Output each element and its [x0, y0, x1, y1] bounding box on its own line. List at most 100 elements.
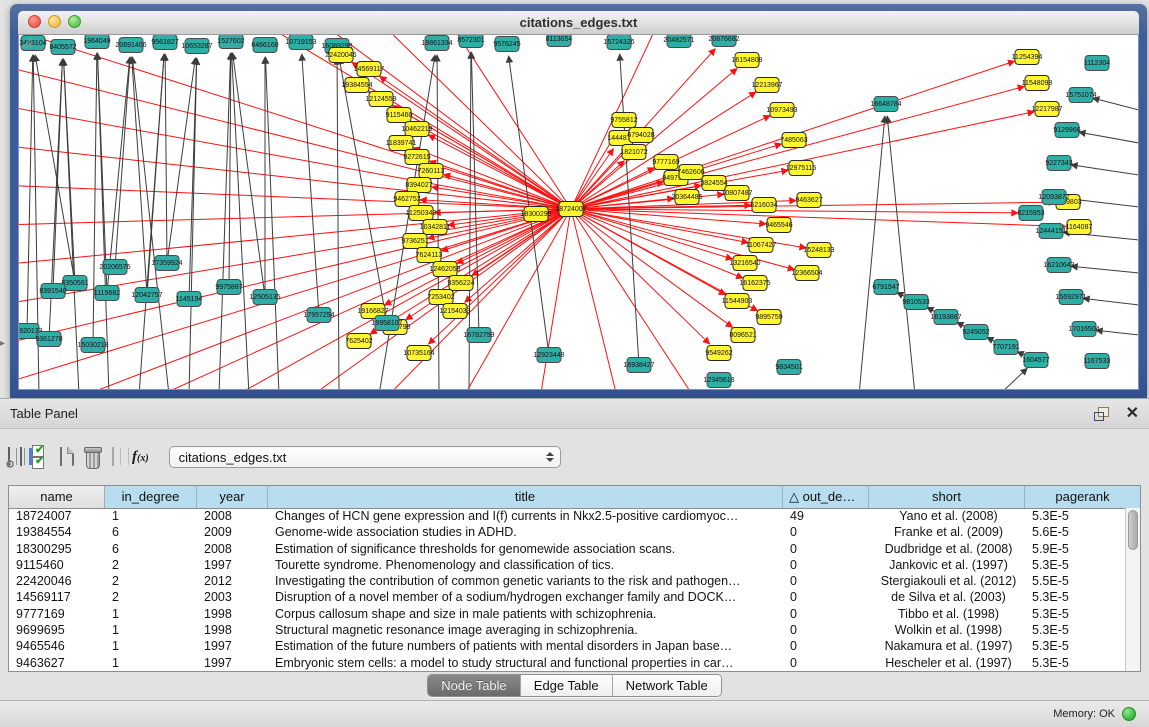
column-header-name[interactable]: name: [9, 486, 105, 508]
table-selector[interactable]: citations_edges.txt: [169, 446, 561, 468]
node-label: 7485063: [780, 137, 807, 144]
table-row[interactable]: 1938455462009Genome-wide association stu…: [9, 524, 1125, 540]
memory-ok-indicator-icon[interactable]: [1122, 707, 1136, 721]
column-header-pagerank[interactable]: pagerank: [1025, 486, 1140, 508]
black-edge[interactable]: [189, 58, 197, 389]
table-toolbar: ⚙ ✔ ✔ f(x) citations_edges.txt: [8, 437, 561, 477]
black-edge[interactable]: [265, 57, 279, 389]
network-view-window: citations_edges.txt 34931048405572196404…: [10, 4, 1147, 398]
red-edge[interactable]: [19, 209, 571, 345]
red-edge[interactable]: [457, 209, 571, 263]
table-panel-title: Table Panel: [10, 406, 78, 421]
node-label: 20206576: [99, 264, 130, 271]
table-cell: Investigating the contribution of common…: [268, 573, 783, 589]
table-cell: 5.3E-5: [1025, 638, 1125, 654]
table-row[interactable]: 977716911998Corpus callosum shape and si…: [9, 606, 1125, 622]
table-row[interactable]: 1456911722003Disruption of a novel membe…: [9, 589, 1125, 605]
table-cell: 2: [105, 573, 197, 589]
black-edge[interactable]: [132, 57, 147, 295]
black-edge[interactable]: [1083, 298, 1139, 305]
node-label: 9755812: [610, 117, 637, 124]
node-label: 16782759: [463, 332, 494, 339]
node-label: 7624113: [416, 252, 443, 259]
close-panel-icon[interactable]: ✕: [1126, 407, 1139, 421]
table-row[interactable]: 946362711997Embryonic stem cells: a mode…: [9, 655, 1125, 671]
node-label: 17359924: [151, 260, 182, 267]
red-edge[interactable]: [139, 209, 571, 389]
close-window-icon[interactable]: [28, 15, 41, 28]
west-panel-handle-icon[interactable]: ▸: [0, 338, 5, 349]
table-selector-value: citations_edges.txt: [179, 450, 546, 465]
delete-column-icon[interactable]: [84, 446, 102, 469]
black-edge[interactable]: [27, 55, 33, 331]
vertical-scrollbar[interactable]: [1125, 508, 1140, 671]
tab-node-table[interactable]: Node Table: [428, 675, 521, 696]
black-edge[interactable]: [887, 116, 915, 389]
node-label: 19384554: [341, 82, 372, 89]
black-edge[interactable]: [1093, 98, 1139, 110]
table-cell: Jankovic et al. (1997): [869, 557, 1025, 573]
black-edge[interactable]: [64, 59, 79, 389]
black-edge[interactable]: [115, 57, 130, 267]
black-edge[interactable]: [165, 54, 167, 263]
black-edge[interactable]: [1071, 266, 1139, 273]
black-edge[interactable]: [1079, 132, 1139, 143]
network-graph[interactable]: 3493104840557219640492069140695618271065…: [19, 35, 1139, 389]
node-label: 3824554: [700, 180, 727, 187]
red-edge[interactable]: [571, 209, 710, 344]
new-column-icon[interactable]: [72, 448, 74, 466]
column-header-in-degree[interactable]: in_degree: [105, 486, 197, 508]
black-edge[interactable]: [1096, 330, 1139, 335]
network-window-titlebar[interactable]: citations_edges.txt: [18, 11, 1139, 35]
red-edge[interactable]: [370, 209, 571, 334]
table-row[interactable]: 2242004622012Investigating the contribut…: [9, 573, 1125, 589]
black-edge[interactable]: [232, 53, 249, 389]
table-cell: Genome-wide association studies in ADHD.: [268, 524, 783, 540]
black-edge[interactable]: [302, 54, 319, 315]
function-builder-icon[interactable]: f(x): [132, 449, 149, 466]
table-cell: 9463627: [9, 655, 105, 671]
black-edge[interactable]: [93, 53, 97, 345]
node-label: 9272615: [403, 154, 430, 161]
table-mode-icon[interactable]: ⚙: [8, 448, 10, 466]
scrollbar-thumb[interactable]: [1128, 510, 1138, 550]
tab-network-table[interactable]: Network Table: [613, 675, 721, 696]
red-edge[interactable]: [571, 209, 733, 259]
column-visibility-icon[interactable]: [20, 448, 22, 466]
red-edge[interactable]: [352, 62, 571, 209]
gear-icon: ⚙: [5, 458, 15, 471]
table-row[interactable]: 1872400712008Changes of HCN gene express…: [9, 508, 1125, 524]
column-header-title[interactable]: title: [268, 486, 783, 508]
red-edge[interactable]: [19, 209, 571, 265]
table-row[interactable]: 946554611997Estimation of the future num…: [9, 638, 1125, 654]
resize-grip-icon[interactable]: [19, 35, 33, 49]
table-row[interactable]: 911546021997Tourette syndrome. Phenomeno…: [9, 557, 1125, 573]
column-header-short[interactable]: short: [869, 486, 1025, 508]
node-label: 7260113: [418, 168, 445, 175]
network-canvas[interactable]: 3493104840557219640492069140695618271065…: [18, 35, 1139, 390]
table-cell: 5.3E-5: [1025, 557, 1125, 573]
node-label: 10719153: [285, 39, 316, 46]
row-height-icon[interactable]: [60, 448, 62, 466]
column-header-year[interactable]: year: [197, 486, 268, 508]
node-label: 8572301: [457, 37, 484, 44]
node-label: 6216034: [750, 202, 777, 209]
column-header-out-degree[interactable]: △ out_de…: [783, 486, 869, 508]
table-cell: 5.3E-5: [1025, 606, 1125, 622]
minimize-window-icon[interactable]: [48, 15, 61, 28]
red-edge[interactable]: [571, 209, 619, 389]
row-selection-icon[interactable]: ✔ ✔: [32, 445, 50, 469]
float-panel-icon[interactable]: [1094, 407, 1110, 421]
node-label: 13216540: [729, 260, 760, 267]
red-edge[interactable]: [571, 209, 743, 278]
table-row[interactable]: 1830029562008Estimation of significance …: [9, 541, 1125, 557]
tab-edge-table[interactable]: Edge Table: [521, 675, 613, 696]
table-row[interactable]: 969969511998Structural magnetic resonanc…: [9, 622, 1125, 638]
zoom-window-icon[interactable]: [68, 15, 81, 28]
black-edge[interactable]: [219, 53, 231, 389]
node-label: 11548098: [1022, 80, 1053, 87]
black-edge[interactable]: [107, 57, 130, 293]
black-edge[interactable]: [1071, 165, 1139, 175]
black-edge[interactable]: [859, 116, 885, 389]
black-edge[interactable]: [999, 368, 1027, 389]
